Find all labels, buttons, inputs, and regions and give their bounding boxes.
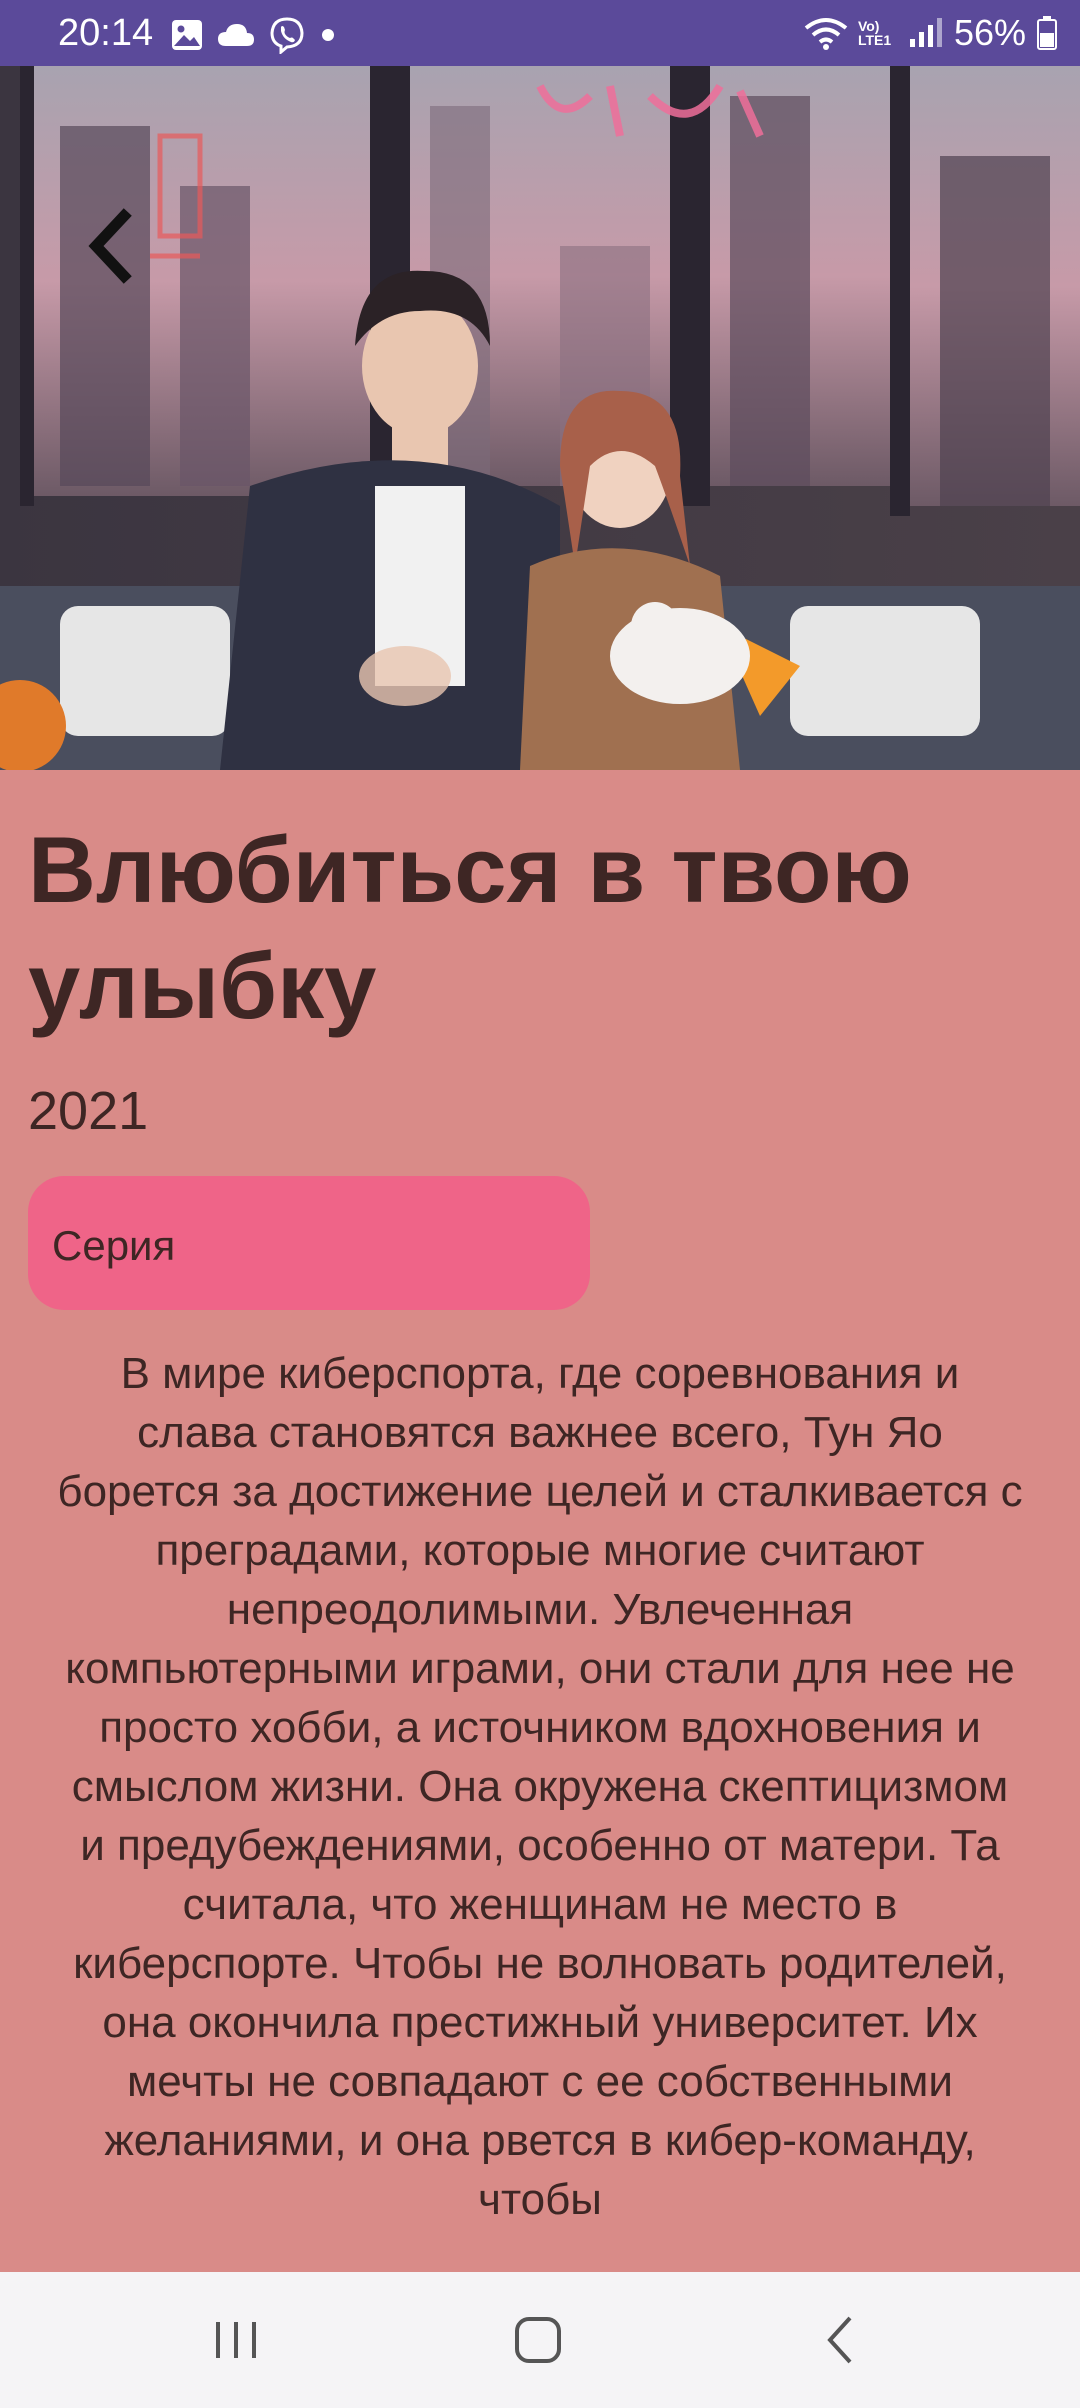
status-bar: 20:14 Vo) LTE1 56% bbox=[0, 0, 1080, 66]
battery-icon bbox=[1037, 16, 1057, 50]
nav-back-button[interactable] bbox=[790, 2290, 890, 2390]
status-time: 20:14 bbox=[58, 12, 154, 54]
status-right: Vo) LTE1 56% bbox=[804, 12, 1058, 54]
nav-back-icon bbox=[827, 2316, 852, 2364]
back-button[interactable] bbox=[70, 206, 150, 286]
recents-icon bbox=[216, 2322, 256, 2358]
dot-icon bbox=[322, 29, 334, 41]
movie-details: Влюбиться в твою улыбку 2021 Серия В мир… bbox=[0, 770, 1080, 2272]
poster-illustration bbox=[0, 66, 1080, 770]
movie-title: Влюбиться в твою улыбку bbox=[28, 817, 912, 1038]
photo-icon bbox=[172, 20, 202, 50]
network-type-label: Vo) LTE1 bbox=[857, 18, 892, 48]
recents-button[interactable] bbox=[186, 2290, 286, 2390]
release-year: 2021 bbox=[28, 1081, 149, 1141]
system-navigation-bar bbox=[0, 2272, 1080, 2408]
notification-icons bbox=[170, 16, 338, 54]
type-chip[interactable]: Серия bbox=[28, 1176, 590, 1310]
signal-icon bbox=[909, 18, 942, 47]
cloud-icon bbox=[218, 24, 254, 46]
home-icon bbox=[515, 2317, 561, 2363]
wifi-icon bbox=[804, 18, 848, 50]
home-button[interactable] bbox=[488, 2290, 588, 2390]
type-chip-label: Серия bbox=[52, 1222, 176, 1269]
battery-percentage: 56% bbox=[953, 12, 1026, 53]
poster-image bbox=[0, 66, 1080, 770]
viber-icon bbox=[270, 17, 304, 54]
movie-description: В мире киберспорта, где соревнования и с… bbox=[57, 1349, 1023, 2224]
back-arrow-icon bbox=[88, 208, 132, 284]
